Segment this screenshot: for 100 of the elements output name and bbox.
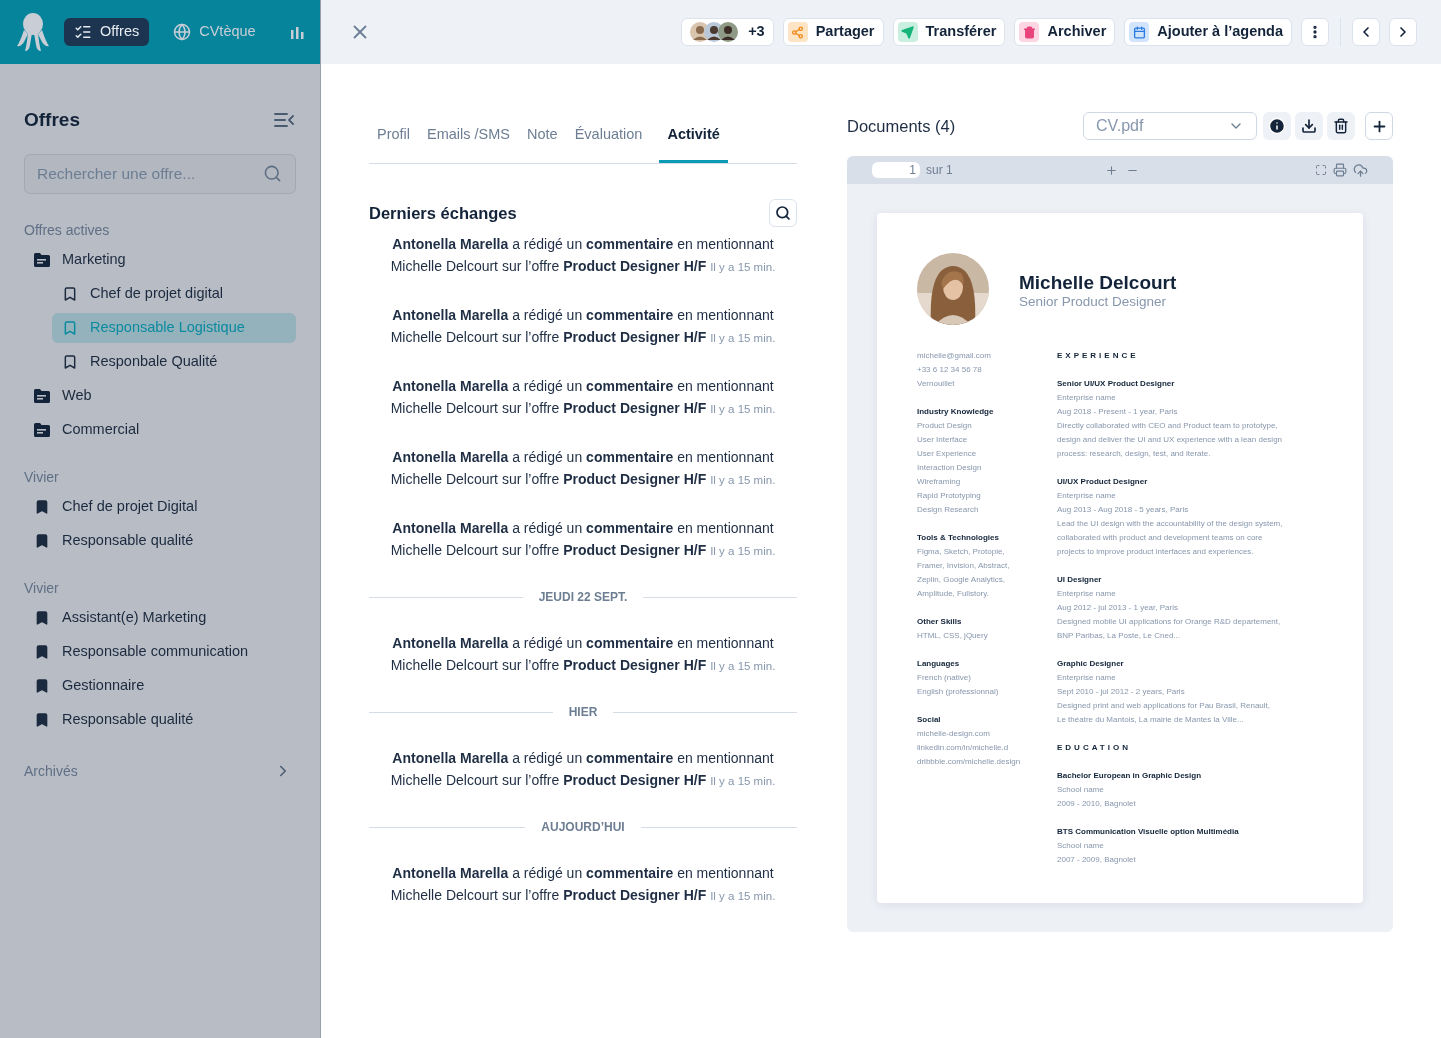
job-dates: Aug 2013 - Aug 2018 - 5 years, Paris [1057, 504, 1190, 516]
folder-icon [34, 252, 50, 267]
job-description: Directly collaborated with CEO and Product team to prototype, [1057, 420, 1279, 432]
collapse-menu-icon[interactable] [274, 112, 294, 129]
activity-message: Antonella Marella a rédigé un commentaire en mentionnant Michelle Delcourt sur l’offre Product Designer H/F Il y a 15 min. [389, 306, 777, 347]
collaborators-button[interactable]: +3 [681, 18, 774, 46]
toolbar-button[interactable]: Transférer [892, 18, 1006, 46]
cloud-upload-icon[interactable] [1353, 162, 1368, 178]
cv-heading: Industry Knowledge [917, 406, 995, 418]
job-description: Designed mobile UI applications for Orange R&D departement, [1057, 616, 1282, 628]
school-name: School name [1057, 840, 1105, 852]
cv-text: HTML, CSS, jQuery [917, 630, 989, 642]
bookmark-icon [34, 532, 50, 549]
job-title: Senior UI/UX Product Designer [1057, 378, 1176, 390]
job-dates: Aug 2018 - Present - 1 year, Paris [1057, 406, 1179, 418]
download-icon [1301, 118, 1317, 134]
cv-text: Product Design [917, 420, 973, 432]
cv-heading: Social [917, 714, 942, 726]
cv-text: Rapid Prototyping [917, 490, 982, 502]
job-description: process: research, design, test, and iterate. [1057, 448, 1212, 460]
bookmark-icon [34, 643, 50, 660]
job-title: UI/UX Product Designer [1057, 476, 1149, 488]
activity-message: Antonella Marella a rédigé un commentaire en mentionnant Michelle Delcourt sur l’offre Product Designer H/F Il y a 15 min. [389, 377, 777, 418]
date-separator: HIER [568, 704, 598, 721]
sidebar-item[interactable]: Responsable communication [24, 636, 296, 667]
degree-dates: 2007 - 2009, Bagnolet [1057, 854, 1137, 866]
company-name: Enterprise name [1057, 672, 1117, 684]
search-button[interactable] [769, 199, 797, 227]
degree-title: Bachelor European in Graphic Design [1057, 770, 1203, 782]
toolbar-button[interactable]: Archiver [1014, 18, 1116, 46]
tab[interactable]: Activité [659, 107, 728, 163]
contact-line: +33 6 12 34 56 78 [917, 364, 983, 376]
tab[interactable]: Emails /SMS [427, 107, 511, 163]
cv-text: michelle-design.com [917, 728, 991, 740]
trash-icon [1019, 22, 1040, 42]
send-icon [897, 22, 918, 42]
more-button[interactable] [1301, 18, 1329, 46]
section-title: Derniers échanges [369, 202, 517, 224]
bookmark-icon [62, 353, 78, 370]
add-button[interactable] [1365, 112, 1393, 140]
sidebar-item[interactable]: Responsable qualité [24, 704, 296, 735]
activity-message: Antonella Marella a rédigé un commentaire en mentionnant Michelle Delcourt sur l’offre Product Designer H/F Il y a 15 min. [389, 235, 777, 276]
cv-text: Amplitude, Fullstory. [917, 588, 990, 600]
previous-button[interactable] [1352, 18, 1380, 46]
date-separator: JEUDI 22 SEPT. [538, 589, 628, 606]
job-description: collaborated with product and development teams on core [1057, 532, 1264, 544]
nav-tab[interactable]: Offres [64, 18, 150, 46]
next-button[interactable] [1389, 18, 1417, 46]
cv-text: linkedin.com/in/michelle.d [917, 742, 1010, 754]
tab[interactable]: Évaluation [574, 107, 643, 163]
sidebar-item[interactable]: Commercial [24, 414, 296, 445]
trash-icon [1333, 118, 1349, 134]
cv-text: English (professionnal) [917, 686, 1000, 698]
activity-message: Antonella Marella a rédigé un commentaire en mentionnant Michelle Delcourt sur l’offre Product Designer H/F Il y a 15 min. [389, 749, 777, 790]
cv-section-heading: EDUCATION [1057, 742, 1132, 754]
sidebar-item[interactable]: Chef de projet digital [52, 278, 296, 309]
sidebar-item[interactable]: Responbale Qualité [52, 346, 296, 377]
cv-text: Framer, Invision, Abstract, [917, 560, 1011, 572]
toolbar-button[interactable]: Partager [782, 18, 884, 46]
globe-icon [173, 23, 192, 41]
candidate-title: Senior Product Designer [1019, 294, 1168, 310]
activity-message: Antonella Marella a rédigé un commentaire en mentionnant Michelle Delcourt sur l’offre Product Designer H/F Il y a 15 min. [389, 519, 777, 560]
zoom-in-icon[interactable] [1105, 163, 1118, 177]
company-name: Enterprise name [1057, 588, 1117, 600]
sidebar-item[interactable]: Assistant(e) Marketing [24, 602, 296, 633]
page-field[interactable]: 1 [872, 162, 920, 178]
cv-heading: Other Skills [917, 616, 963, 628]
toolbar-button[interactable]: Ajouter à l’agenda [1124, 18, 1292, 46]
section-label: Vivier [24, 467, 60, 487]
delete-button[interactable] [1327, 112, 1355, 140]
job-dates: Aug 2012 - jul 2013 - 1 year, Paris [1057, 602, 1179, 614]
sidebar-item[interactable]: Chef de projet Digital [24, 491, 296, 522]
info-button[interactable] [1263, 112, 1291, 140]
tab[interactable]: Note [527, 107, 558, 163]
search-field[interactable]: Rechercher une offre... [24, 153, 296, 194]
share-icon [787, 22, 808, 42]
sidebar-item[interactable]: Gestionnaire [24, 670, 296, 701]
list-check-icon [74, 23, 92, 41]
folder-icon [34, 388, 50, 403]
degree-dates: 2009 - 2010, Bagnolet [1057, 798, 1137, 810]
page-count: sur 1 [926, 162, 953, 179]
fullscreen-icon[interactable] [1315, 164, 1327, 176]
sidebar-item[interactable]: Marketing [24, 244, 296, 275]
job-description: design and deliver the UI and UX experience with a lean design [1057, 434, 1283, 446]
octopus-logo [16, 12, 50, 52]
cv-text: Interaction Design [917, 462, 983, 474]
sidebar-item[interactable]: Responsable qualité [24, 525, 296, 556]
cv-heading: Tools & Technologies [917, 532, 1000, 544]
print-icon[interactable] [1333, 163, 1347, 177]
contact-line: michelle@gmail.com [917, 350, 992, 362]
bookmark-icon [34, 677, 50, 694]
download-button[interactable] [1295, 112, 1323, 140]
tab[interactable]: Profil [377, 107, 411, 163]
cv-text: Zeplin, Google Analytics, [917, 574, 1007, 586]
company-name: Enterprise name [1057, 490, 1117, 502]
job-description: Lead the UI design with the accountability of the design system, [1057, 518, 1283, 530]
sidebar-item[interactable]: Web [24, 380, 296, 411]
cv-text: User Experience [917, 448, 978, 460]
search-icon[interactable] [263, 163, 282, 183]
contact-line: Vernouillet [917, 378, 956, 390]
